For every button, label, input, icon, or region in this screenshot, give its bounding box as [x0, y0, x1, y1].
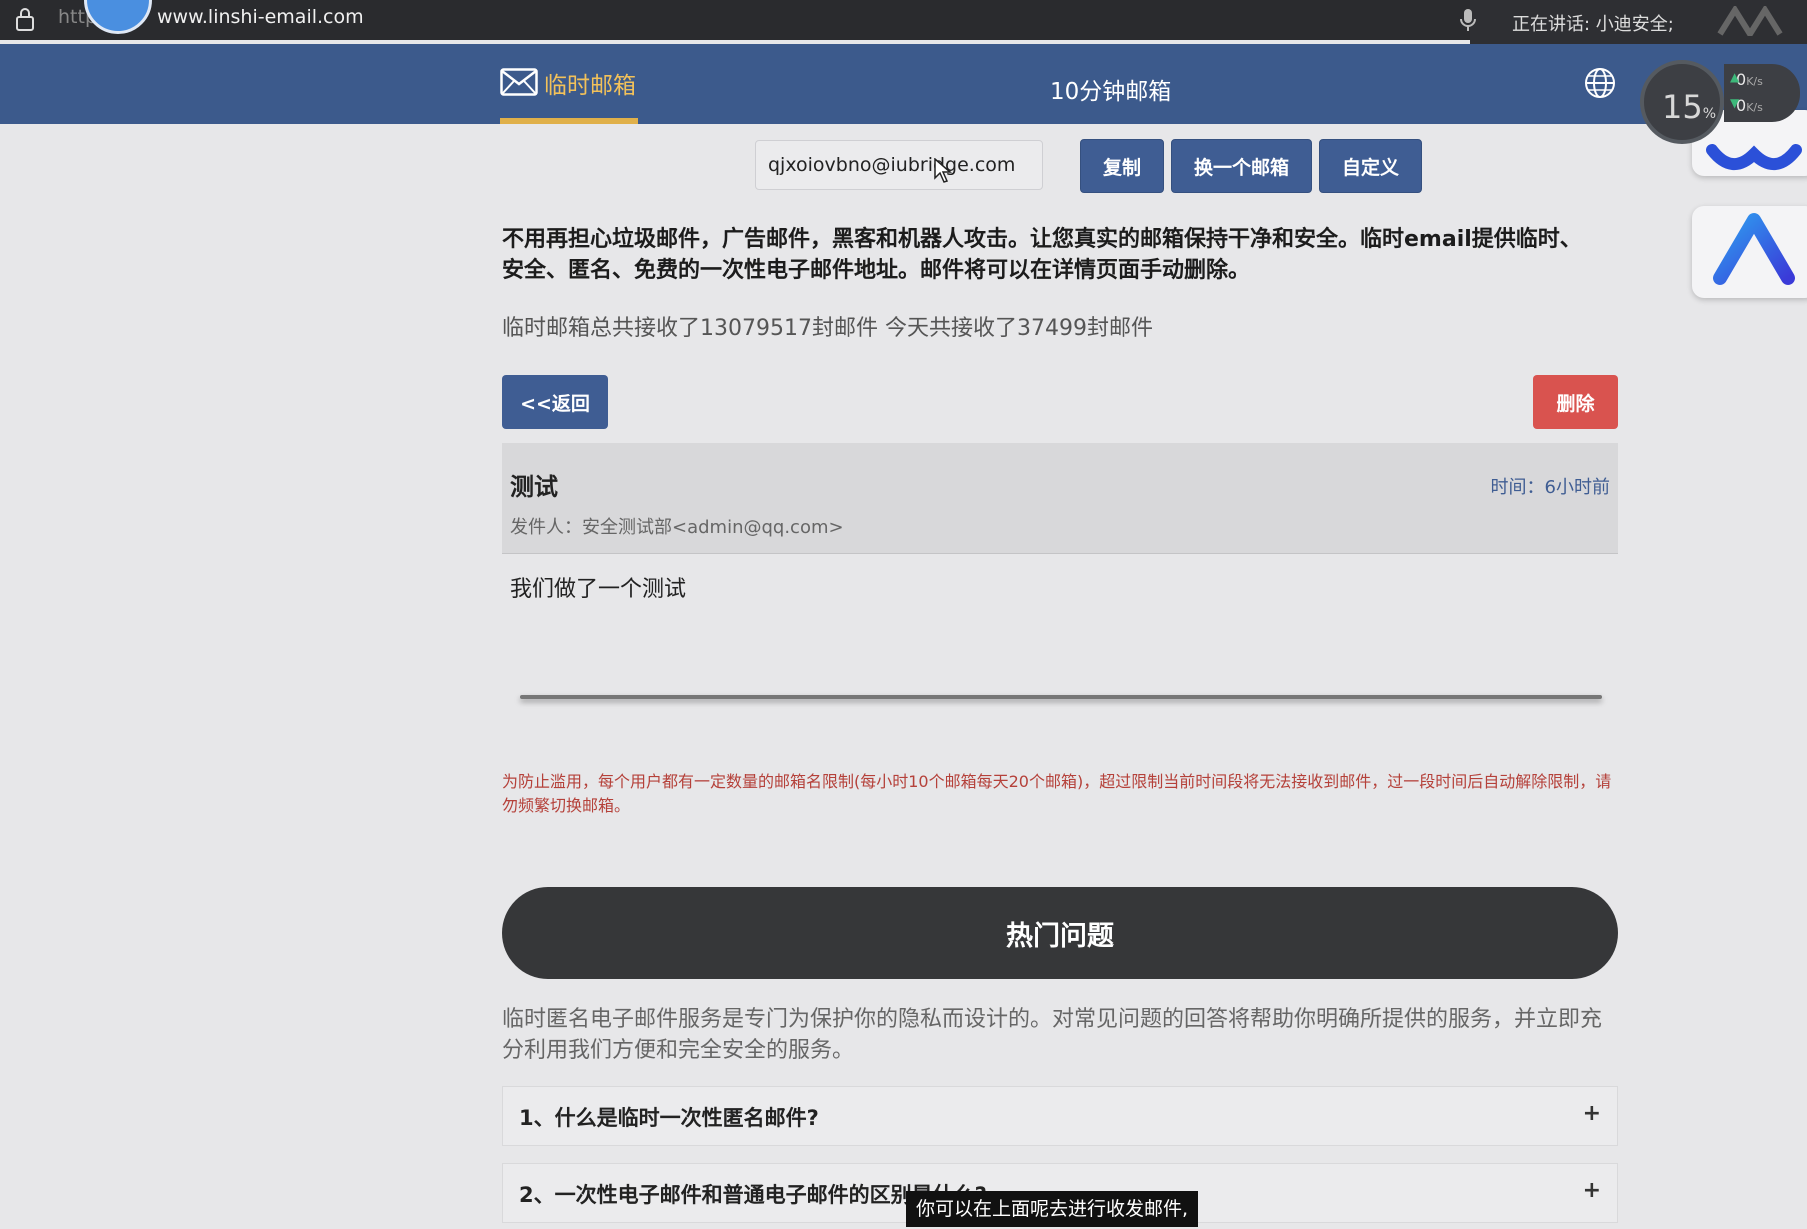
avatar-bubble	[84, 0, 152, 34]
floating-app-tile[interactable]	[1692, 206, 1807, 298]
app-logo-icon	[1717, 6, 1783, 36]
delete-button[interactable]: 删除	[1533, 375, 1618, 429]
change-mailbox-button[interactable]: 换一个邮箱	[1171, 139, 1312, 193]
download-unit: K/s	[1746, 101, 1763, 114]
faq-item[interactable]: 1、什么是临时一次性匿名邮件? +	[502, 1086, 1618, 1146]
mail-subject: 测试	[510, 473, 558, 501]
mail-body: 我们做了一个测试	[510, 577, 687, 602]
speed-pane: ▲ 0K/s ▼ 0K/s	[1724, 64, 1800, 122]
top-navbar: 临时邮箱 10分钟邮箱	[0, 44, 1807, 124]
download-arrow-icon: ▼	[1730, 96, 1740, 110]
upload-unit: K/s	[1746, 75, 1763, 88]
url-host: www.linshi-email.com	[157, 6, 364, 28]
network-speed-widget: ▲ 0K/s ▼ 0K/s 15%	[1640, 56, 1800, 146]
percent-unit: %	[1702, 106, 1717, 122]
tab-label: 临时邮箱	[544, 73, 636, 99]
mail-sender: 发件人：安全测试部<admin@qq.com>	[510, 517, 844, 538]
upload-arrow-icon: ▲	[1730, 70, 1740, 84]
mail-stats: 临时邮箱总共接收了13079517封邮件 今天共接收了37499封邮件	[502, 316, 1153, 341]
back-button[interactable]: <<返回	[502, 375, 608, 429]
custom-mailbox-button[interactable]: 自定义	[1319, 139, 1422, 193]
rate-limit-warning: 为防止滥用，每个用户都有一定数量的邮箱名限制(每小时10个邮箱每天20个邮箱)，…	[502, 772, 1612, 815]
app-a-icon	[1713, 213, 1795, 285]
faq-question: 1、什么是临时一次性匿名邮件?	[519, 1106, 819, 1130]
tab-temp-mailbox[interactable]: 临时邮箱	[500, 44, 638, 124]
lock-icon	[16, 8, 34, 31]
faq-intro: 临时匿名电子邮件服务是专门为保护你的隐私而设计的。对常见问题的回答将帮助你明确所…	[502, 1007, 1603, 1063]
browser-toolbar: http www.linshi-email.com 正在讲话: 小迪安全;	[0, 0, 1807, 46]
intro-text: 不用再担心垃圾邮件，广告邮件，黑客和机器人攻击。让您真实的邮箱保持干净和安全。临…	[502, 227, 1582, 283]
expand-plus-icon[interactable]: +	[1583, 1101, 1601, 1126]
mouse-cursor-icon	[934, 158, 952, 183]
mail-detail-card: 测试 时间：6小时前 发件人：安全测试部<admin@qq.com> 我们做了一…	[502, 443, 1618, 699]
copy-button[interactable]: 复制	[1080, 139, 1164, 193]
cpu-percent: 15	[1662, 88, 1703, 126]
video-subtitle: 你可以在上面呢去进行收发邮件,	[906, 1191, 1199, 1227]
email-address-field[interactable]	[755, 140, 1043, 190]
card-divider	[520, 695, 1602, 699]
cpu-gauge: 15%	[1640, 60, 1724, 144]
faq-title-bar: 热门问题	[502, 887, 1618, 979]
mail-header: 测试 时间：6小时前 发件人：安全测试部<admin@qq.com>	[502, 443, 1618, 554]
speaking-status: 正在讲话: 小迪安全;	[1512, 14, 1674, 35]
globe-icon[interactable]	[1583, 66, 1617, 100]
microphone-icon	[1460, 9, 1476, 31]
expand-plus-icon[interactable]: +	[1583, 1178, 1601, 1203]
tab-10min-mailbox[interactable]: 10分钟邮箱	[1050, 72, 1171, 106]
envelope-icon	[500, 68, 538, 96]
mail-time: 时间：6小时前	[1490, 477, 1610, 498]
